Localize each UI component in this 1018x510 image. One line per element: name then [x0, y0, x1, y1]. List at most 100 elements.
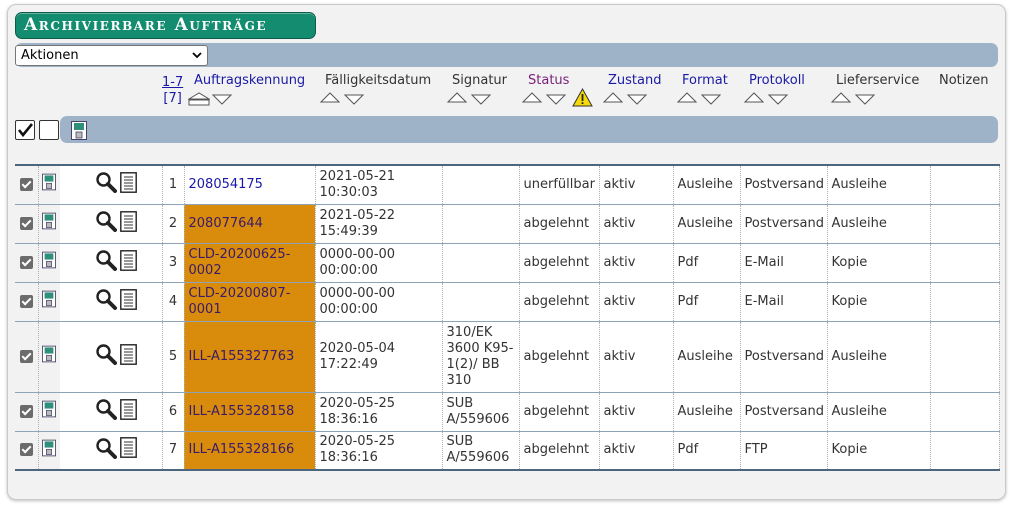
row-actions [83, 282, 163, 322]
triangle-down-icon[interactable] [855, 94, 875, 105]
select-all-checkbox[interactable] [15, 120, 35, 140]
col-lieferservice: Lieferservice [836, 73, 920, 88]
zustand-cell: aktiv [599, 321, 674, 393]
triangle-up-icon[interactable] [677, 92, 697, 103]
triangle-up-icon[interactable] [603, 92, 623, 103]
triangle-up-icon[interactable] [831, 92, 851, 103]
notizen-cell [930, 321, 1000, 393]
deselect-all-checkbox[interactable] [39, 120, 59, 140]
order-id-link[interactable]: ILL-A155327763 [184, 321, 316, 393]
table-row[interactable]: 5 ILL-A155327763 2020-05-04 17:22:49 310/EK … [15, 321, 1000, 393]
save-disk-icon[interactable] [42, 345, 57, 367]
protokoll-cell: Postversand [740, 165, 828, 205]
notizen-cell [930, 392, 1000, 432]
table-row[interactable]: 4 CLD-20200807-0001 0000-00-00 00:00:00 abge… [15, 282, 1000, 322]
col-format[interactable]: Format [682, 73, 728, 88]
col-status[interactable]: Status [528, 73, 569, 88]
row-number: 7 [162, 431, 185, 471]
status-cell: unerfüllbar [519, 165, 600, 205]
magnifier-icon[interactable] [95, 398, 117, 425]
save-disk-icon[interactable] [42, 173, 57, 195]
row-checkbox[interactable] [19, 443, 33, 457]
format-cell: Pdf [673, 282, 741, 322]
status-cell: abgelehnt [519, 321, 600, 393]
row-save-cell [38, 321, 60, 393]
due-date-cell: 2020-05-25 18:36:16 [315, 392, 443, 432]
row-checkbox[interactable] [19, 349, 33, 363]
row-checkbox-cell [15, 204, 39, 244]
order-id-link[interactable]: CLD-20200807-0001 [184, 282, 316, 322]
triangle-up-icon[interactable] [522, 92, 542, 103]
save-disk-icon[interactable] [42, 400, 57, 422]
table-row[interactable]: 6 ILL-A155328158 2020-05-25 18:36:16 SUB A/5… [15, 392, 1000, 432]
save-disk-icon[interactable] [42, 290, 57, 312]
triangle-down-icon[interactable] [768, 94, 788, 105]
table-row[interactable]: 1 208054175 2021-05-21 10:30:03 unerfüllbar a… [15, 165, 1000, 205]
triangle-up-icon[interactable] [744, 92, 764, 103]
document-icon[interactable] [120, 437, 137, 463]
magnifier-icon[interactable] [95, 210, 117, 237]
triangle-down-icon[interactable] [701, 94, 721, 105]
magnifier-icon[interactable] [95, 288, 117, 315]
order-id-link[interactable]: ILL-A155328166 [184, 431, 316, 471]
magnifier-icon[interactable] [95, 171, 117, 198]
order-id-link[interactable]: 208077644 [184, 204, 316, 244]
order-id-link[interactable]: CLD-20200625-0002 [184, 243, 316, 283]
protokoll-cell: E-Mail [740, 243, 828, 283]
triangle-down-icon[interactable] [627, 94, 647, 105]
triangle-up-icon[interactable] [447, 92, 467, 103]
record-range[interactable]: 1-7 [7] [162, 75, 183, 107]
save-disk-icon[interactable] [42, 251, 57, 273]
row-checkbox[interactable] [19, 255, 33, 269]
row-number: 6 [162, 392, 185, 432]
col-signatur: Signatur [452, 73, 508, 88]
due-date-cell: 2021-05-22 15:49:39 [315, 204, 443, 244]
row-actions [83, 392, 163, 432]
document-icon[interactable] [120, 288, 137, 315]
row-spacer [60, 282, 83, 322]
row-checkbox[interactable] [19, 177, 33, 191]
triangle-up-icon[interactable] [320, 92, 340, 103]
range-label[interactable]: 1-7 [162, 75, 183, 91]
bulk-toolbar [60, 116, 998, 143]
col-zustand[interactable]: Zustand [608, 73, 661, 88]
due-date: 2020-05-25 [319, 434, 396, 450]
document-icon[interactable] [120, 171, 137, 198]
row-checkbox[interactable] [19, 294, 33, 308]
table-row[interactable]: 3 CLD-20200625-0002 0000-00-00 00:00:00 abge… [15, 243, 1000, 283]
bulk-save-icon[interactable] [71, 121, 87, 144]
save-disk-icon[interactable] [42, 212, 57, 234]
document-icon[interactable] [120, 343, 137, 370]
col-protokoll[interactable]: Protokoll [749, 73, 805, 88]
row-checkbox[interactable] [19, 216, 33, 230]
triangle-down-icon[interactable] [471, 94, 491, 105]
document-icon[interactable] [120, 210, 137, 237]
triangle-up-icon[interactable] [188, 92, 210, 106]
col-auftragskennung[interactable]: Auftragskennung [194, 73, 305, 88]
order-id-link[interactable]: ILL-A155328158 [184, 392, 316, 432]
row-checkbox[interactable] [19, 404, 33, 418]
magnifier-icon[interactable] [95, 343, 117, 370]
triangle-down-icon[interactable] [212, 94, 232, 105]
magnifier-icon[interactable] [95, 437, 117, 464]
notizen-cell [930, 165, 1000, 205]
triangle-down-icon[interactable] [344, 94, 364, 105]
zustand-cell: aktiv [599, 243, 674, 283]
document-icon[interactable] [120, 249, 137, 276]
status-cell: abgelehnt [519, 282, 600, 322]
lieferservice-cell: Ausleihe [827, 392, 931, 432]
order-id-link[interactable]: 208054175 [184, 165, 316, 205]
actions-select[interactable]: Aktionen [15, 45, 208, 66]
magnifier-icon[interactable] [95, 249, 117, 276]
save-disk-icon[interactable] [42, 439, 57, 461]
triangle-down-icon[interactable] [546, 94, 566, 105]
table-row[interactable]: 2 208077644 2021-05-22 15:49:39 abgelehnt akt… [15, 204, 1000, 244]
document-icon[interactable] [120, 398, 137, 425]
due-time: 00:00:00 [319, 262, 378, 278]
table-row[interactable]: 7 ILL-A155328166 2020-05-25 18:36:16 SUB A/5… [15, 431, 1000, 471]
row-number: 2 [162, 204, 185, 244]
row-actions [83, 204, 163, 244]
range-count: [7] [163, 91, 182, 106]
due-time: 15:49:39 [319, 223, 378, 239]
zustand-cell: aktiv [599, 392, 674, 432]
